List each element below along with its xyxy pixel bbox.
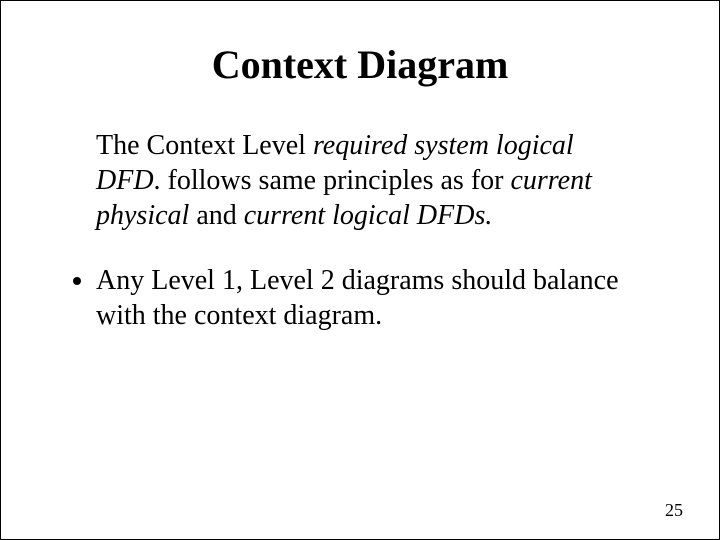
text-run: . follows same principles as for (154, 165, 511, 196)
text-run: and (189, 200, 243, 231)
intro-paragraph: The Context Level required system logica… (96, 128, 639, 233)
text-run: The Context Level (96, 130, 313, 161)
bullet-list: Any Level 1, Level 2 diagrams should bal… (51, 263, 639, 333)
list-item: Any Level 1, Level 2 diagrams should bal… (96, 263, 639, 333)
italic-run: current logical DFDs. (244, 200, 493, 231)
slide-title: Context Diagram (51, 41, 669, 88)
slide: Context Diagram The Context Level requir… (0, 0, 720, 540)
page-number: 25 (665, 500, 683, 521)
